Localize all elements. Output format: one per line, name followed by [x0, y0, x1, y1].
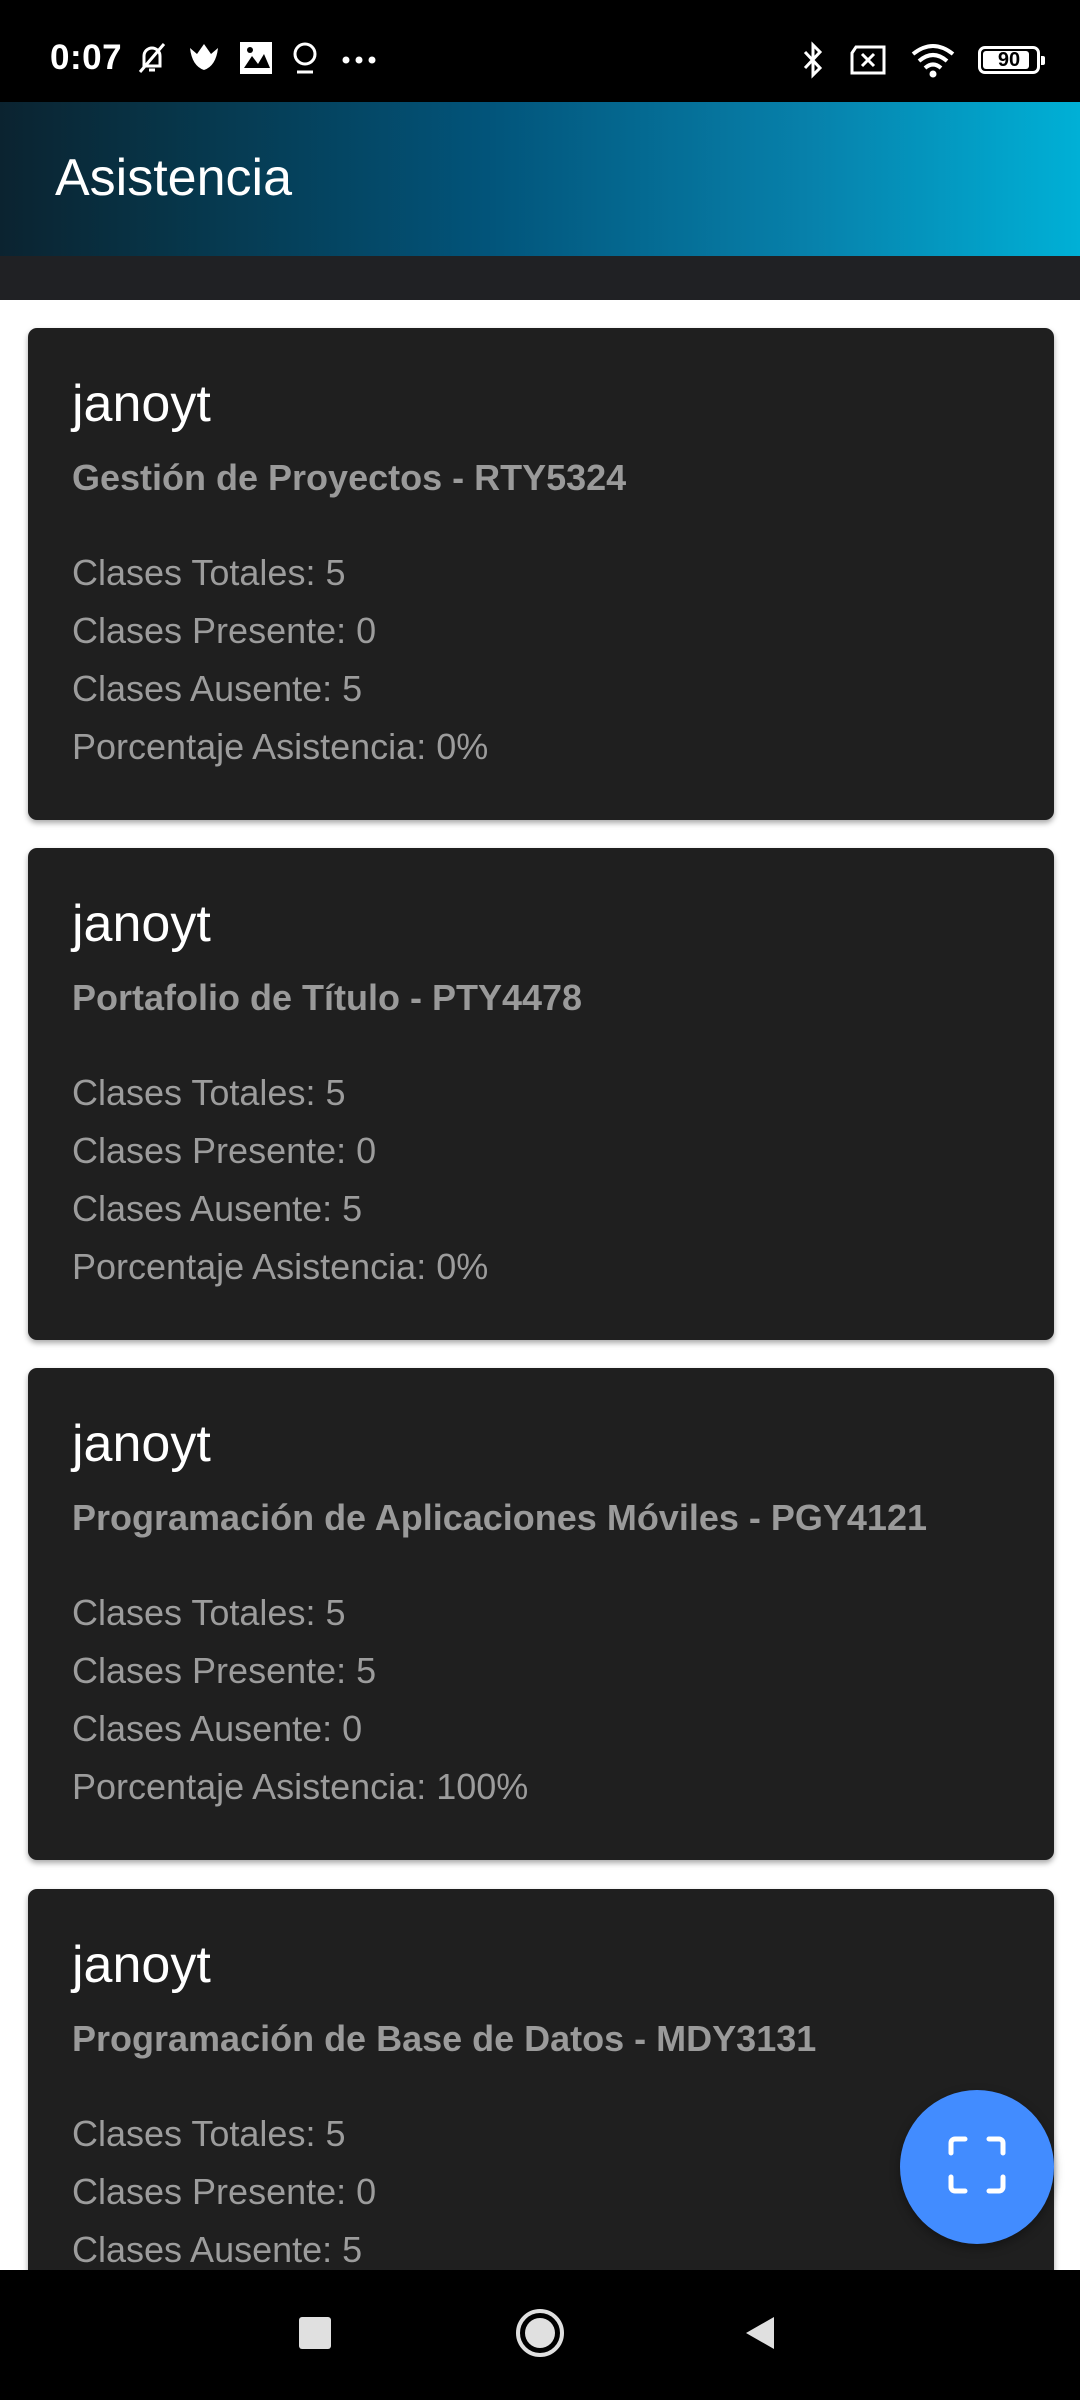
card-subtitle: Gestión de Proyectos - RTY5324: [72, 457, 627, 498]
battery-icon: 90: [978, 46, 1045, 74]
status-right-icons: 90: [800, 40, 1045, 80]
status-bar: 0:07 90: [0, 0, 1080, 102]
attendance-card[interactable]: janoyt Portafolio de Título - PTY4478 Cl…: [28, 848, 1054, 1340]
screen: 0:07 90 Asistencia janoyt Gestión de Pro…: [0, 0, 1080, 2400]
stat-total-classes: Clases Totales: 5: [72, 1072, 346, 1113]
card-subtitle: Programación de Base de Datos - MDY3131: [72, 2018, 817, 2059]
bluetooth-icon: [800, 40, 826, 80]
stat-total-classes: Clases Totales: 5: [72, 2113, 346, 2154]
scan-icon: [947, 2135, 1007, 2200]
photos-icon: [236, 38, 276, 78]
header-divider: [0, 256, 1080, 300]
stat-present-classes: Clases Presente: 5: [72, 1650, 377, 1691]
home-button[interactable]: [495, 2270, 585, 2400]
attendance-list[interactable]: janoyt Gestión de Proyectos - RTY5324 Cl…: [0, 300, 1080, 2270]
navigation-bar: [0, 2270, 1080, 2400]
battery-nub: [1041, 56, 1045, 65]
stat-absent-classes: Clases Ausente: 5: [72, 2229, 363, 2270]
stat-absent-classes: Clases Ausente: 0: [72, 1708, 363, 1749]
stat-attendance-percent: Porcentaje Asistencia: 100%: [72, 1766, 529, 1807]
battery-level: 90: [997, 49, 1021, 71]
app-header: Asistencia: [0, 102, 1080, 256]
stat-present-classes: Clases Presente: 0: [72, 610, 377, 651]
card-subtitle: Portafolio de Título - PTY4478: [72, 977, 583, 1018]
stat-attendance-percent: Porcentaje Asistencia: 0%: [72, 1246, 489, 1287]
home-circle-icon: [514, 2307, 566, 2364]
back-triangle-icon: [740, 2313, 780, 2358]
card-stats: Clases Totales: 5 Clases Presente: 0 Cla…: [72, 544, 1010, 776]
wifi-icon: [910, 42, 956, 78]
card-stats: Clases Totales: 5 Clases Presente: 0 Cla…: [72, 2105, 1010, 2270]
recents-square-icon: [297, 2315, 333, 2356]
tulip-icon: [184, 38, 224, 78]
card-title: janoyt: [72, 1936, 211, 1994]
stat-total-classes: Clases Totales: 5: [72, 1592, 346, 1633]
muted-bell-icon: [132, 38, 172, 78]
card-title: janoyt: [72, 895, 211, 953]
scan-fab-button[interactable]: [900, 2090, 1054, 2244]
card-stats: Clases Totales: 5 Clases Presente: 5 Cla…: [72, 1584, 1010, 1816]
attendance-card[interactable]: janoyt Gestión de Proyectos - RTY5324 Cl…: [28, 328, 1054, 820]
card-title: janoyt: [72, 1415, 211, 1473]
sim-x-icon: [848, 43, 888, 77]
stat-present-classes: Clases Presente: 0: [72, 1130, 377, 1171]
more-dots-icon: [334, 38, 384, 78]
status-time: 0:07: [50, 38, 123, 77]
stat-absent-classes: Clases Ausente: 5: [72, 1188, 363, 1229]
stat-total-classes: Clases Totales: 5: [72, 552, 346, 593]
attendance-card[interactable]: janoyt Programación de Base de Datos - M…: [28, 1889, 1054, 2270]
attendance-card[interactable]: janoyt Programación de Aplicaciones Móvi…: [28, 1368, 1054, 1860]
stat-attendance-percent: Porcentaje Asistencia: 0%: [72, 726, 489, 767]
location-pin-icon: [288, 38, 322, 78]
card-stats: Clases Totales: 5 Clases Presente: 0 Cla…: [72, 1064, 1010, 1296]
recents-button[interactable]: [270, 2270, 360, 2400]
page-title: Asistencia: [55, 149, 292, 207]
card-subtitle: Programación de Aplicaciones Móviles - P…: [72, 1497, 927, 1538]
status-left-icons: [132, 38, 384, 78]
stat-present-classes: Clases Presente: 0: [72, 2171, 377, 2212]
stat-absent-classes: Clases Ausente: 5: [72, 668, 363, 709]
card-title: janoyt: [72, 375, 211, 433]
back-button[interactable]: [715, 2270, 805, 2400]
